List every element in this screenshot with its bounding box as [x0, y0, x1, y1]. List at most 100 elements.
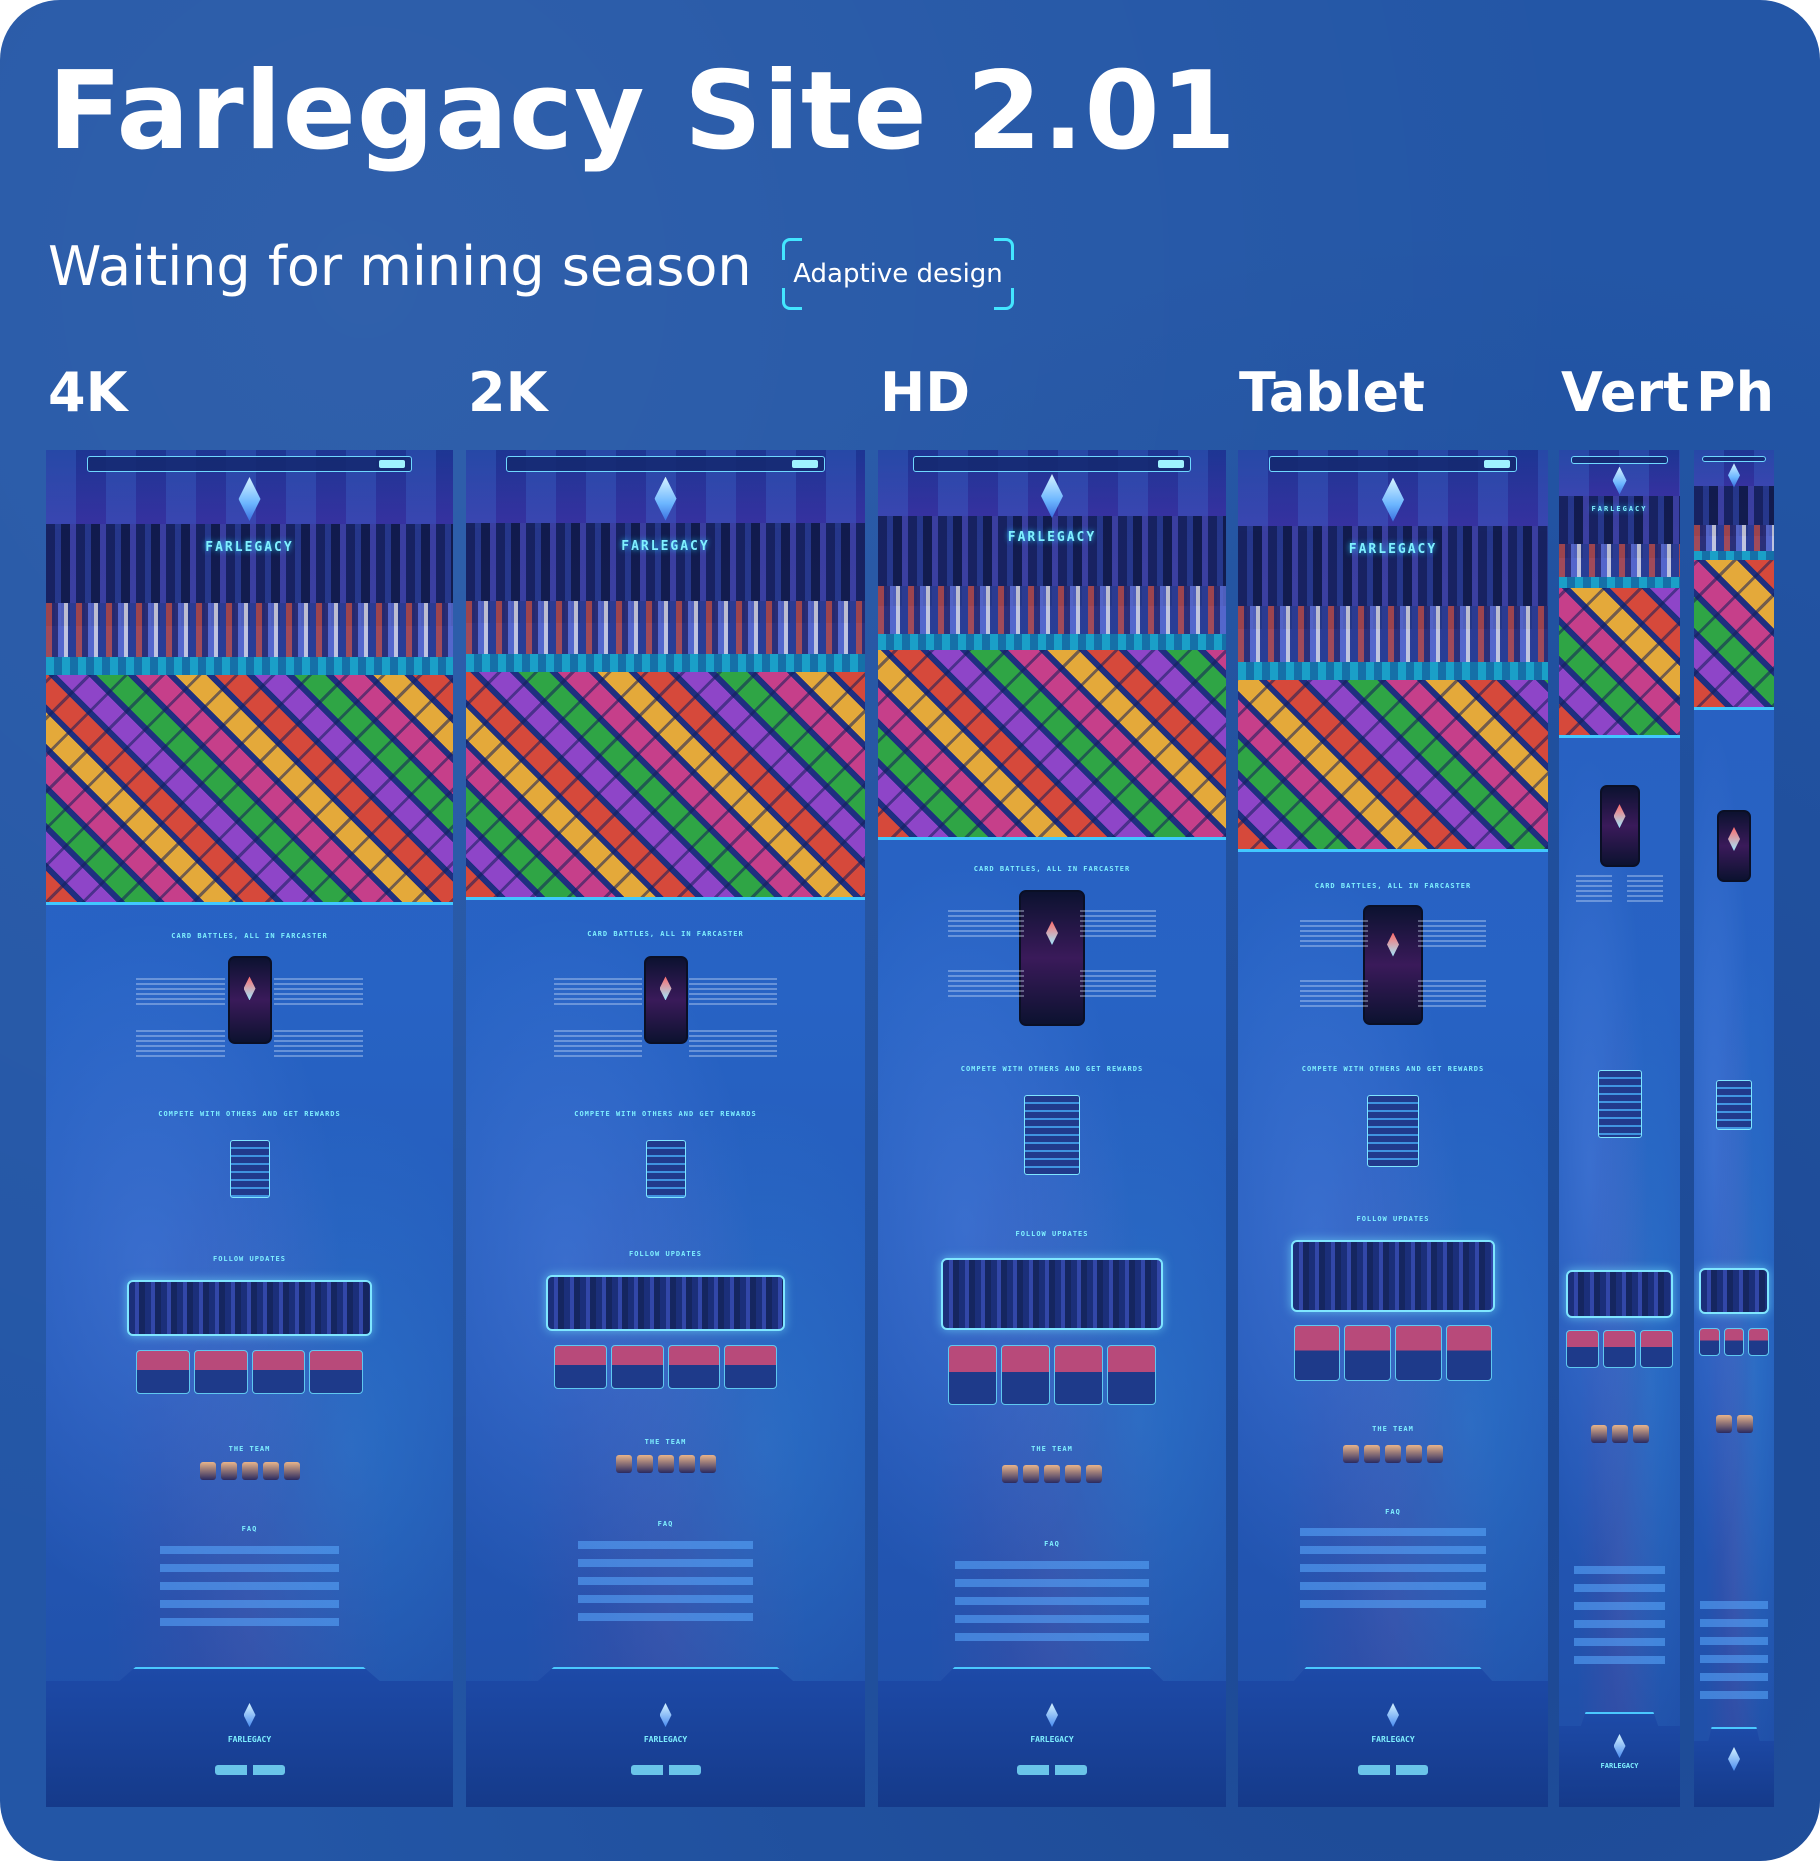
preview-banner: [1566, 1270, 1673, 1318]
preview-phone: [1363, 905, 1423, 1025]
preview-logo: FARLEGACY: [205, 540, 294, 555]
preview-team: [586, 1455, 746, 1473]
preview-footer: FARLEGACY: [1238, 1667, 1548, 1807]
preview-card-wall: [1559, 588, 1680, 738]
preview-leaderboard: [229, 1140, 270, 1198]
preview-section-heading: COMPETE WITH OTHERS AND GET REWARDS: [574, 1110, 757, 1118]
preview-phone: [1019, 890, 1085, 1026]
preview-news-cards: [135, 1350, 364, 1394]
badge-corner: [994, 288, 1014, 310]
preview-faq: [1700, 1595, 1768, 1705]
preview-vert: FARLEGACY FARLEGACY: [1559, 450, 1680, 1807]
preview-section-heading: FOLLOW UPDATES: [212, 1255, 286, 1263]
preview-phone-layout: [1694, 450, 1774, 1807]
preview-navbar: [1571, 456, 1668, 464]
preview-section-heading: FAQ: [241, 1525, 258, 1533]
board-subtitle: Waiting for mining season: [48, 235, 752, 298]
preview-phone: [1717, 810, 1751, 882]
badge-corner: [782, 238, 802, 260]
preview-faq: [954, 1555, 1150, 1645]
preview-leaderboard: [1024, 1095, 1080, 1175]
preview-section-heading: FAQ: [657, 1520, 674, 1528]
badge-label: Adaptive design: [793, 259, 1003, 289]
preview-news-cards: [553, 1345, 778, 1389]
preview-section-heading: CARD BATTLES, ALL IN FARCASTER: [1314, 882, 1472, 890]
adaptive-design-badge: Adaptive design: [782, 238, 1014, 310]
preview-section-heading: COMPETE WITH OTHERS AND GET REWARDS: [158, 1110, 341, 1118]
preview-section-heading: THE TEAM: [644, 1438, 687, 1446]
preview-hero: [1694, 450, 1774, 560]
preview-faq: [159, 1540, 340, 1630]
board-title: Farlegacy Site 2.01: [48, 49, 1237, 174]
preview-news-cards: [1698, 1328, 1770, 1356]
preview-section-heading: FAQ: [1044, 1540, 1060, 1548]
preview-leaderboard: [1716, 1080, 1752, 1130]
preview-leaderboard: [645, 1140, 686, 1198]
preview-section-heading: THE TEAM: [1372, 1425, 1414, 1433]
preview-hero: FARLEGACY: [1559, 450, 1680, 588]
preview-hero: FARLEGACY: [466, 450, 865, 672]
column-label-vert: Vert: [1561, 361, 1689, 424]
preview-card-wall: [878, 650, 1226, 840]
column-label-tablet: Tablet: [1239, 361, 1425, 424]
preview-navbar: [505, 456, 826, 472]
preview-section-heading: COMPETE WITH OTHERS AND GET REWARDS: [1301, 1065, 1485, 1073]
crystal-icon: [1387, 1703, 1399, 1727]
preview-logo: FARLEGACY: [621, 538, 710, 554]
preview-section-heading: FOLLOW UPDATES: [1015, 1230, 1089, 1238]
preview-hero: FARLEGACY: [1238, 450, 1548, 680]
preview-logo: FARLEGACY: [1591, 505, 1648, 514]
crystal-icon: [1728, 1747, 1740, 1771]
preview-section-heading: THE TEAM: [228, 1445, 271, 1453]
preview-team: [168, 1462, 331, 1480]
preview-card-wall: [466, 672, 865, 900]
preview-section-heading: FOLLOW UPDATES: [1356, 1215, 1430, 1223]
crystal-icon: [1613, 1734, 1626, 1758]
preview-footer: FARLEGACY: [46, 1667, 453, 1807]
crystal-icon: [243, 1703, 256, 1727]
preview-tablet: FARLEGACY CARD BATTLES, ALL IN FARCASTER…: [1238, 450, 1548, 1807]
preview-section-heading: FAQ: [1385, 1508, 1401, 1516]
preview-news-cards: [1566, 1330, 1673, 1368]
preview-logo: FARLEGACY: [1348, 542, 1438, 557]
preview-banner: [1698, 1268, 1770, 1314]
preview-team: [1571, 1425, 1668, 1443]
preview-leaderboard: [1597, 1070, 1642, 1138]
column-label-ph: Ph: [1696, 361, 1775, 424]
preview-card-wall: [46, 675, 453, 905]
preview-team: [1331, 1445, 1455, 1463]
column-label-4k: 4K: [48, 361, 128, 424]
preview-2k: FARLEGACY CARD BATTLES, ALL IN FARCASTER…: [466, 450, 865, 1807]
preview-footer: FARLEGACY: [878, 1667, 1226, 1807]
preview-banner: [127, 1280, 372, 1336]
preview-faq: [1300, 1522, 1486, 1612]
preview-4k: FARLEGACY CARD BATTLES, ALL IN FARCASTER…: [46, 450, 453, 1807]
preview-phone: [643, 956, 688, 1044]
preview-hero: FARLEGACY: [878, 450, 1226, 650]
preview-phone: [227, 956, 272, 1044]
preview-banner: [545, 1275, 786, 1331]
preview-section-heading: CARD BATTLES, ALL IN FARCASTER: [973, 865, 1131, 873]
preview-footer: FARLEGACY: [466, 1667, 865, 1807]
preview-navbar: [86, 456, 413, 472]
preview-team: [1700, 1415, 1767, 1433]
preview-card-wall: [1694, 560, 1774, 710]
preview-logo: FARLEGACY: [1007, 530, 1097, 545]
preview-section-heading: FOLLOW UPDATES: [628, 1250, 702, 1258]
preview-section-heading: COMPETE WITH OTHERS AND GET REWARDS: [960, 1065, 1144, 1073]
preview-news-cards: [1293, 1325, 1493, 1381]
preview-navbar: [1269, 456, 1517, 472]
preview-phone: [1599, 785, 1640, 867]
preview-team: [982, 1465, 1121, 1483]
preview-faq: [1573, 1560, 1666, 1670]
badge-corner: [782, 288, 802, 310]
preview-section-heading: THE TEAM: [1031, 1445, 1073, 1453]
preview-news-cards: [947, 1345, 1157, 1405]
preview-section-heading: CARD BATTLES, ALL IN FARCASTER: [171, 932, 328, 940]
preview-leaderboard: [1367, 1095, 1419, 1167]
preview-footer: FARLEGACY: [1559, 1712, 1680, 1807]
preview-hd: FARLEGACY CARD BATTLES, ALL IN FARCASTER…: [878, 450, 1226, 1807]
preview-navbar: [912, 456, 1192, 472]
crystal-icon: [659, 1703, 672, 1727]
column-label-2k: 2K: [468, 361, 548, 424]
